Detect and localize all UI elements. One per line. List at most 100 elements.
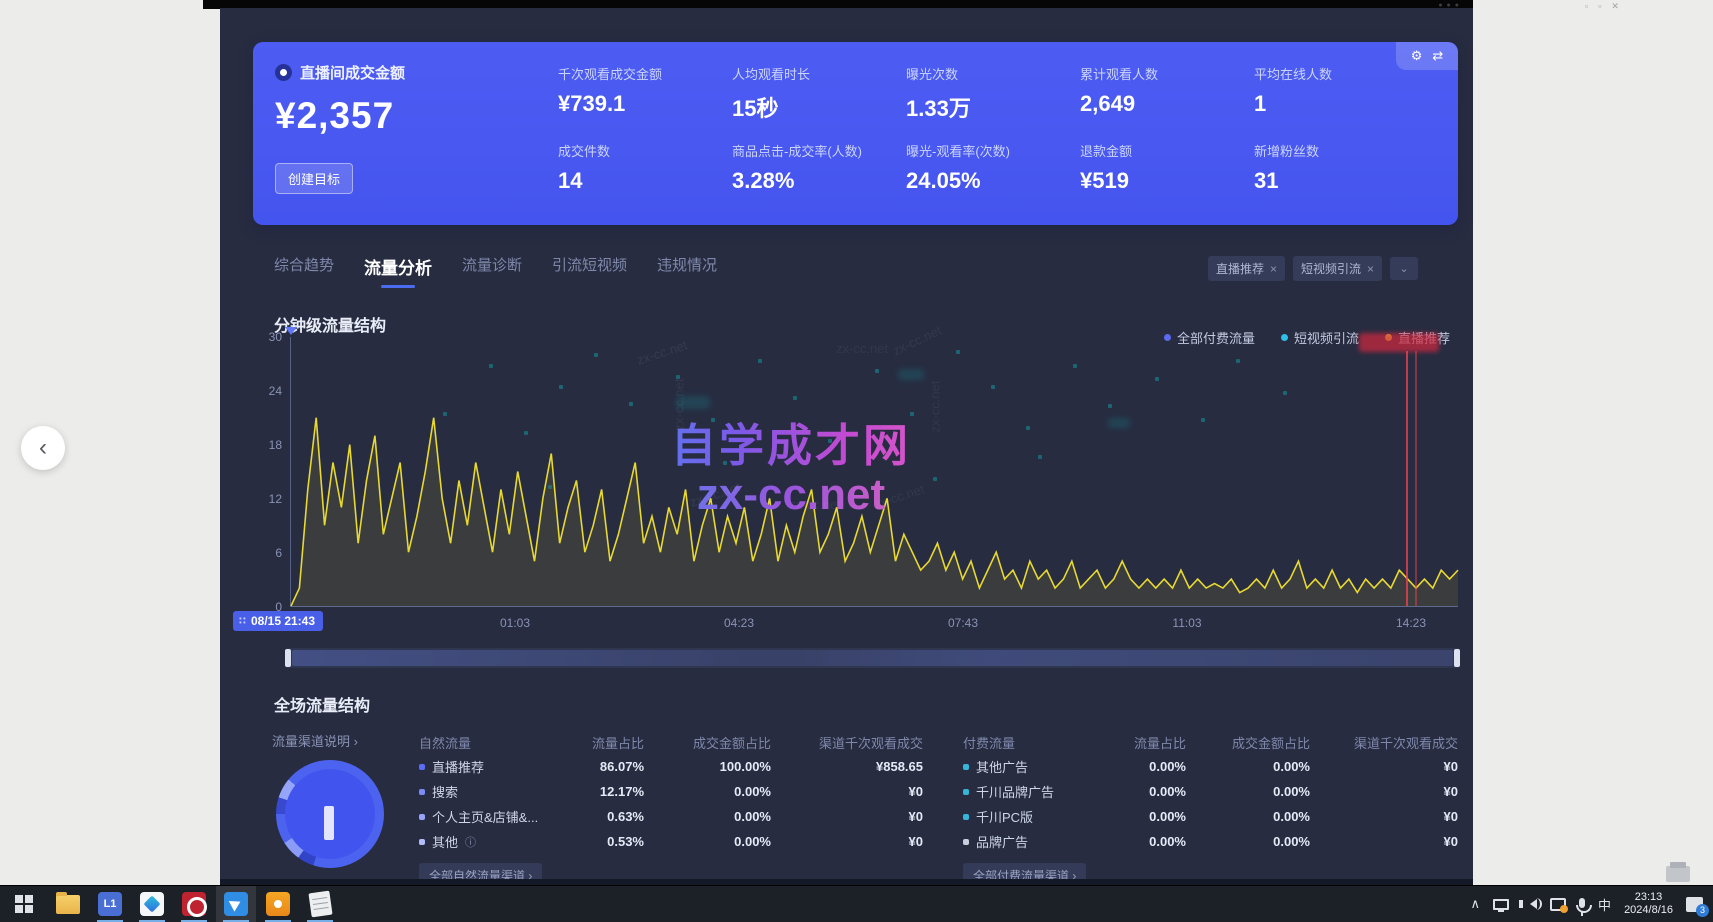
start-button[interactable] xyxy=(4,886,44,922)
table-header-row: 付费流量流量占比成交金额占比渠道千次观看成交 xyxy=(963,730,1485,754)
table-row: 其他广告0.00%0.00%¥0 xyxy=(963,754,1485,779)
stat-label: 退款金额 xyxy=(1080,141,1254,160)
stream-end-marker-line xyxy=(1415,351,1417,606)
channel-dot xyxy=(963,814,969,820)
traffic-share: 0.63% xyxy=(569,809,644,824)
taskbar-l1-app[interactable]: L1 xyxy=(90,886,130,922)
gear-icon[interactable]: ⚙ xyxy=(1411,48,1423,64)
tray-expand-chevron-icon[interactable]: ∧ xyxy=(1471,896,1481,912)
scatter-point xyxy=(1073,364,1077,368)
traffic-share: 86.07% xyxy=(569,759,644,774)
table-row: 千川PC版0.00%0.00%¥0 xyxy=(963,804,1485,829)
stat-value: 14 xyxy=(558,168,732,194)
remove-tag-icon[interactable]: × xyxy=(1270,262,1277,276)
tab-引流短视频[interactable]: 引流短视频 xyxy=(552,254,627,288)
notification-center-icon[interactable]: 3 xyxy=(1686,897,1703,912)
time-range-start-badge[interactable]: ∷ 08/15 21:43 xyxy=(233,611,323,631)
info-icon[interactable]: ⓘ xyxy=(465,834,476,850)
tab-综合趋势[interactable]: 综合趋势 xyxy=(274,254,334,288)
scatter-point xyxy=(676,375,680,379)
minute-traffic-chart[interactable]: 自学成才网 zx-cc.net zx-cc.netzx-cc.netzx-cc.… xyxy=(290,337,1458,607)
ime-indicator[interactable]: 中 xyxy=(1598,895,1611,914)
tab-违规情况[interactable]: 违规情况 xyxy=(657,254,717,288)
channel-label: 品牌广告 xyxy=(976,832,1028,851)
stat-value: 2,649 xyxy=(1080,91,1254,117)
drag-grip-icon: ∷ xyxy=(239,616,246,627)
traffic-donut-chart[interactable] xyxy=(276,760,384,868)
table-row: 其他ⓘ0.53%0.00%¥0 xyxy=(419,829,923,854)
taskbar-meeting-app[interactable] xyxy=(132,886,172,922)
volume-icon[interactable] xyxy=(1522,899,1537,909)
filter-tag-label: 短视频引流 xyxy=(1301,260,1361,277)
stat-cell: 退款金额¥519 xyxy=(1080,141,1254,210)
tab-流量分析[interactable]: 流量分析 xyxy=(364,254,432,288)
stream-end-marker-line xyxy=(1406,351,1408,606)
windows-taskbar: L1 ∧ 中 23:13 2024/8/16 3 xyxy=(0,885,1713,922)
outer-window-controls[interactable]: ▫▫✕ xyxy=(1585,1,1629,12)
create-goal-button[interactable]: 创建目标 xyxy=(275,163,353,194)
channel-dot xyxy=(419,764,425,770)
app-notification-icon[interactable] xyxy=(1550,898,1566,911)
table-row: 直播推荐86.07%100.00%¥858.65 xyxy=(419,754,923,779)
y-tick-label: 6 xyxy=(238,546,282,560)
scatter-point xyxy=(548,485,552,489)
taskbar-clock[interactable]: 23:13 2024/8/16 xyxy=(1624,891,1673,917)
stat-cell: 千次观看成交金额¥739.1 xyxy=(558,64,732,133)
taskbar-active-app[interactable] xyxy=(216,886,256,922)
gpm-value: ¥0 xyxy=(771,784,923,799)
chart-x-axis: ∷ 08/15 21:43 01:0304:2307:4311:0314:23 xyxy=(290,613,1458,635)
scatter-point xyxy=(489,364,493,368)
time-range-slider[interactable] xyxy=(285,648,1460,668)
channel-name: 千川PC版 xyxy=(963,807,1113,826)
scatter-point xyxy=(443,412,447,416)
scatter-point xyxy=(1038,455,1042,459)
scatter-point xyxy=(629,402,633,406)
slider-selected-range[interactable] xyxy=(292,650,1453,666)
filter-dropdown[interactable]: ⌄ xyxy=(1390,257,1418,280)
taskbar-browser-app[interactable] xyxy=(174,886,214,922)
channel-name: 直播推荐 xyxy=(419,757,569,776)
gmv-share: 100.00% xyxy=(644,759,771,774)
tab-流量诊断[interactable]: 流量诊断 xyxy=(462,254,522,288)
taskbar-orange-app[interactable] xyxy=(258,886,298,922)
x-tick-label: 14:23 xyxy=(1396,616,1426,630)
channel-help-link[interactable]: 流量渠道说明 › xyxy=(272,731,358,750)
red-o-browser-icon xyxy=(182,892,206,916)
slider-right-handle[interactable] xyxy=(1454,649,1460,667)
channel-name: 千川品牌广告 xyxy=(963,782,1113,801)
target-icon xyxy=(275,64,292,81)
channel-name: 搜索 xyxy=(419,782,569,801)
channel-dot xyxy=(963,789,969,795)
filter-tag[interactable]: 短视频引流 × xyxy=(1293,256,1382,281)
swap-icon[interactable]: ⇄ xyxy=(1432,48,1443,64)
clock-date: 2024/8/16 xyxy=(1624,904,1673,917)
channel-name: 品牌广告 xyxy=(963,832,1113,851)
channel-label: 千川PC版 xyxy=(976,807,1033,826)
stat-label: 曝光次数 xyxy=(906,64,1080,83)
scatter-point xyxy=(1026,426,1030,430)
video-artifact xyxy=(1108,418,1130,428)
taskbar-file-explorer[interactable] xyxy=(48,886,88,922)
microphone-icon[interactable] xyxy=(1579,901,1585,908)
stat-cell: 曝光次数1.33万 xyxy=(906,64,1080,133)
scatter-point xyxy=(723,461,727,465)
filter-tag[interactable]: 直播推荐× xyxy=(1208,256,1285,281)
back-button[interactable]: ‹ xyxy=(21,426,65,470)
table-row: 搜索12.17%0.00%¥0 xyxy=(419,779,923,804)
stat-cell: 商品点击-成交率(人数)3.28% xyxy=(732,141,906,210)
stat-cell: 曝光-观看率(次数)24.05% xyxy=(906,141,1080,210)
channel-dot xyxy=(963,839,969,845)
gpm-value: ¥0 xyxy=(771,834,923,849)
slider-left-handle[interactable] xyxy=(285,649,291,667)
remove-tag-icon[interactable]: × xyxy=(1367,262,1374,276)
natural-traffic-table: 自然流量流量占比成交金额占比渠道千次观看成交直播推荐86.07%100.00%¥… xyxy=(419,730,923,888)
taskbar-notepad-app[interactable] xyxy=(300,886,340,922)
stat-cell: 新增粉丝数31 xyxy=(1254,141,1428,210)
analytics-app-window: ⚙ ⇄ 直播间成交金额 ¥2,357 创建目标 千次观看成交金额¥739.1人均… xyxy=(220,8,1473,885)
tab-bar: 综合趋势流量分析流量诊断引流短视频违规情况 xyxy=(274,254,717,288)
table-row: 千川品牌广告0.00%0.00%¥0 xyxy=(963,779,1485,804)
gpm-value: ¥0 xyxy=(771,809,923,824)
channel-name: 其他ⓘ xyxy=(419,832,569,851)
clock-time: 23:13 xyxy=(1624,891,1673,904)
network-icon[interactable] xyxy=(1493,899,1509,910)
